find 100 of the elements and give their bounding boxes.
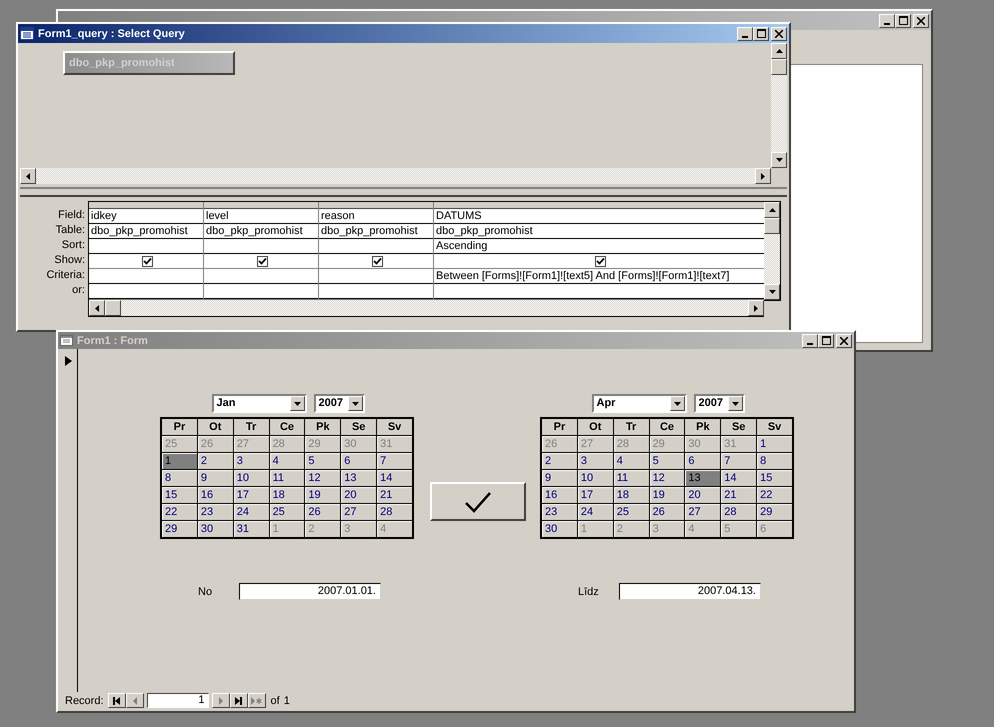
calendar-day[interactable]: 8	[757, 453, 792, 469]
column-selector[interactable]	[89, 202, 203, 209]
calendar-day[interactable]: 21	[377, 487, 412, 503]
calendar-day[interactable]: 21	[721, 487, 756, 503]
calendar-day[interactable]: 18	[270, 487, 304, 503]
calendar-day[interactable]: 18	[614, 487, 649, 503]
scroll-right-button[interactable]	[755, 168, 771, 184]
show-checkbox[interactable]	[372, 256, 382, 266]
scroll-left-button[interactable]	[20, 168, 36, 184]
calendar-day[interactable]: 20	[341, 487, 376, 503]
scroll-thumb[interactable]	[764, 218, 780, 234]
calendar-day[interactable]: 29	[162, 521, 197, 537]
confirm-button[interactable]	[430, 482, 526, 521]
calendar-day[interactable]: 4	[270, 453, 304, 469]
show-checkbox[interactable]	[142, 256, 152, 266]
calendar-day[interactable]: 22	[757, 487, 792, 503]
show-checkbox[interactable]	[594, 256, 606, 266]
maximize-button[interactable]	[818, 334, 834, 348]
scroll-up-button[interactable]	[771, 43, 787, 59]
close-button[interactable]	[913, 14, 929, 28]
calendar-day[interactable]: 28	[721, 504, 756, 520]
calendar-day[interactable]: 19	[650, 487, 684, 503]
calendar-day[interactable]: 19	[305, 487, 340, 503]
calendar-day[interactable]: 5	[650, 453, 684, 469]
calendar-day[interactable]: 2	[198, 453, 233, 469]
calendar-day[interactable]: 26	[305, 504, 340, 520]
date-field[interactable]: 2007.01.01.	[239, 583, 381, 600]
scroll-right-button[interactable]	[748, 300, 764, 316]
calendar-day[interactable]: 12	[305, 470, 340, 486]
calendar-day[interactable]: 24	[578, 504, 613, 520]
calendar-day[interactable]: 29	[757, 504, 792, 520]
calendar-day[interactable]: 22	[162, 504, 197, 520]
minimize-button[interactable]	[879, 14, 895, 28]
calendar-day[interactable]: 3	[578, 453, 613, 469]
calendar-day[interactable]: 23	[198, 504, 233, 520]
calendar-day[interactable]: 6	[685, 453, 720, 469]
calendar-day[interactable]: 7	[721, 453, 756, 469]
scroll-up-button[interactable]	[764, 202, 780, 218]
calendar-day[interactable]: 13	[341, 470, 376, 486]
horizontal-scrollbar[interactable]	[20, 168, 771, 184]
calendar-day[interactable]: 25	[270, 504, 304, 520]
scroll-down-button[interactable]	[771, 152, 787, 168]
year-dropdown[interactable]: 2007	[694, 394, 744, 413]
calendar-day[interactable]: 30	[198, 521, 233, 537]
calendar-day[interactable]: 14	[377, 470, 412, 486]
calendar-day[interactable]: 17	[234, 487, 269, 503]
month-dropdown[interactable]: Jan	[212, 394, 306, 413]
column-selector[interactable]	[204, 202, 318, 209]
calendar-day[interactable]: 16	[198, 487, 233, 503]
scroll-thumb[interactable]	[771, 59, 787, 75]
calendar-day[interactable]: 30	[542, 521, 577, 537]
calendar-day[interactable]: 4	[614, 453, 649, 469]
date-field[interactable]: 2007.04.13.	[619, 583, 761, 600]
calendar-day[interactable]: 31	[234, 521, 269, 537]
vertical-scrollbar[interactable]	[764, 201, 781, 301]
calendar-day[interactable]: 15	[757, 470, 792, 486]
month-dropdown[interactable]: Apr	[592, 394, 686, 413]
calendar-day[interactable]: 5	[305, 453, 340, 469]
calendar-day[interactable]: 1	[162, 453, 197, 469]
calendar-day[interactable]: 11	[614, 470, 649, 486]
calendar-day[interactable]: 13	[685, 470, 720, 486]
calendar-day[interactable]: 1	[757, 436, 792, 452]
minimize-button[interactable]	[737, 26, 753, 40]
calendar-day[interactable]: 3	[234, 453, 269, 469]
pane-splitter[interactable]	[20, 187, 787, 197]
calendar-day[interactable]: 17	[578, 487, 613, 503]
calendar-day[interactable]: 23	[542, 504, 577, 520]
calendar-day[interactable]: 9	[198, 470, 233, 486]
maximize-button[interactable]	[753, 26, 769, 40]
column-selector[interactable]	[319, 202, 433, 209]
scroll-down-button[interactable]	[764, 284, 780, 300]
show-checkbox[interactable]	[256, 256, 268, 266]
close-button[interactable]	[771, 26, 787, 40]
calendar-day[interactable]: 14	[721, 470, 756, 486]
column-selector[interactable]	[434, 202, 764, 209]
calendar-day[interactable]: 26	[650, 504, 684, 520]
calendar-day[interactable]: 9	[542, 470, 577, 486]
calendar-day[interactable]: 27	[341, 504, 376, 520]
calendar-day[interactable]: 11	[270, 470, 304, 486]
calendar-day[interactable]: 10	[578, 470, 613, 486]
year-dropdown[interactable]: 2007	[314, 394, 364, 413]
horizontal-scrollbar[interactable]	[89, 299, 764, 316]
last-record-button[interactable]	[230, 693, 248, 708]
record-number-field[interactable]: 1	[146, 693, 209, 708]
calendar-day[interactable]: 2	[542, 453, 577, 469]
calendar-day[interactable]: 20	[685, 487, 720, 503]
calendar-day[interactable]: 10	[234, 470, 269, 486]
calendar-day[interactable]: 6	[341, 453, 376, 469]
calendar-day[interactable]: 15	[162, 487, 197, 503]
first-record-button[interactable]	[108, 693, 126, 708]
calendar-day[interactable]: 7	[377, 453, 412, 469]
close-button[interactable]	[836, 334, 852, 348]
calendar-day[interactable]: 12	[650, 470, 684, 486]
maximize-button[interactable]	[895, 14, 911, 28]
calendar-day[interactable]: 27	[685, 504, 720, 520]
calendar-day[interactable]: 25	[614, 504, 649, 520]
scroll-left-button[interactable]	[89, 300, 105, 316]
calendar-day[interactable]: 24	[234, 504, 269, 520]
calendar-day[interactable]: 28	[377, 504, 412, 520]
scroll-thumb[interactable]	[105, 300, 121, 316]
